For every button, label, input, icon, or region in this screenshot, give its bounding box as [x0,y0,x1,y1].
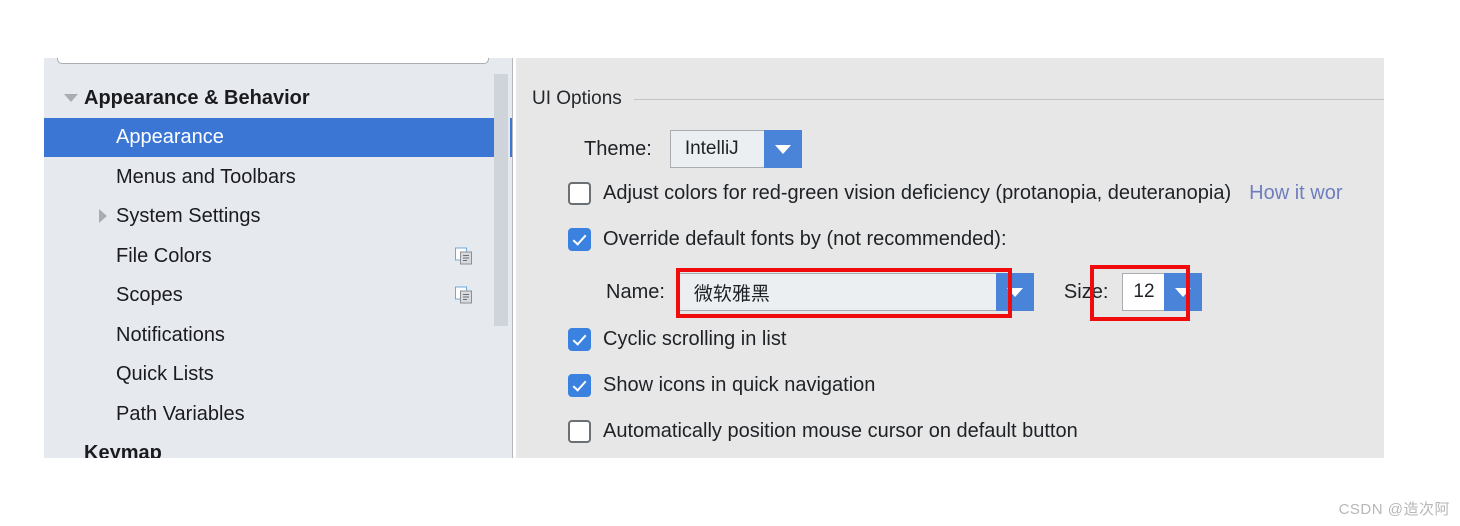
override-fonts-label: Override default fonts by (not recommend… [603,228,1007,250]
show-icons-label: Show icons in quick navigation [603,374,876,396]
sidebar-item-label: Appearance [116,126,224,149]
sidebar-item-label: Notifications [116,323,225,346]
theme-label: Theme: [584,137,652,160]
sidebar-item-label: Menus and Toolbars [116,165,296,188]
font-name-label: Name: [606,280,665,303]
settings-search-input[interactable] [57,58,489,64]
ui-options-title: UI Options [532,88,622,109]
tree-scrollbar-track[interactable] [494,58,510,458]
override-fonts-row[interactable]: Override default fonts by (not recommend… [568,228,1007,251]
theme-row: Theme: IntelliJ [584,130,802,168]
adjust-colors-label: Adjust colors for red-green vision defic… [603,182,1232,204]
adjust-colors-row[interactable]: Adjust colors for red-green vision defic… [568,182,1342,205]
cyclic-scrolling-row[interactable]: Cyclic scrolling in list [568,328,786,351]
override-fonts-checkbox[interactable] [568,228,591,251]
adjust-colors-checkbox[interactable] [568,182,591,205]
watermark: CSDN @造次阿 [1338,501,1450,518]
font-size-combobox-value[interactable]: 12 [1122,273,1165,311]
settings-tree[interactable]: Appearance & Behavior Appearance Menus and… [44,78,512,458]
show-icons-checkbox[interactable] [568,374,591,397]
sidebar-item-label: Scopes [116,284,183,307]
sidebar-item-notifications[interactable]: Notifications [44,315,512,355]
sidebar-item-keymap[interactable]: Keymap [44,434,512,458]
settings-dialog-screenshot: Appearance & Behavior Appearance Menus and… [0,0,1460,526]
theme-combobox-value[interactable]: IntelliJ [669,130,764,168]
tree-scrollbar-thumb[interactable] [494,74,508,326]
auto-position-cursor-label: Automatically position mouse cursor on d… [603,420,1078,442]
sidebar-item-appearance[interactable]: Appearance [44,117,512,157]
sidebar-item-menus-and-toolbars[interactable]: Menus and Toolbars [44,157,512,197]
theme-combobox[interactable]: IntelliJ [669,130,802,168]
sidebar-item-system-settings[interactable]: System Settings [44,197,512,237]
font-size-combobox[interactable]: 12 [1122,273,1203,311]
sidebar-item-label: File Colors [116,244,212,267]
sidebar-item-label: Appearance & Behavior [84,86,310,109]
chevron-down-icon[interactable] [995,273,1034,311]
ui-options-group-header: UI Options [532,88,1384,110]
chevron-right-icon[interactable] [90,209,116,224]
chevron-down-icon[interactable] [1164,273,1203,311]
cyclic-scrolling-label: Cyclic scrolling in list [603,328,787,350]
auto-position-cursor-checkbox[interactable] [568,420,591,443]
sidebar-item-path-variables[interactable]: Path Variables [44,394,512,434]
sidebar-item-label: Path Variables [116,402,245,425]
font-name-combobox-value[interactable]: 微软雅黑 [678,273,996,311]
font-name-combobox[interactable]: 微软雅黑 [678,273,1034,311]
cyclic-scrolling-checkbox[interactable] [568,328,591,351]
font-size-label: Size: [1063,280,1109,303]
settings-tree-panel: Appearance & Behavior Appearance Menus and… [44,58,512,458]
how-it-works-link[interactable]: How it wor [1249,182,1342,205]
copy-icon[interactable] [455,286,472,304]
font-name-row: Name: 微软雅黑 Size: 12 [606,273,1203,311]
show-icons-row[interactable]: Show icons in quick navigation [568,374,875,397]
sidebar-item-quick-lists[interactable]: Quick Lists [44,355,512,395]
auto-position-cursor-row[interactable]: Automatically position mouse cursor on d… [568,420,1078,443]
group-separator-line [633,98,1384,100]
appearance-settings-panel: UI Options Theme: IntelliJ Adjust colors… [516,58,1384,458]
copy-icon[interactable] [455,247,472,265]
panel-divider [512,58,513,458]
chevron-down-icon[interactable] [763,130,802,168]
sidebar-item-label: System Settings [116,205,261,228]
sidebar-item-appearance-behavior[interactable]: Appearance & Behavior [44,78,512,118]
chevron-down-icon[interactable] [58,93,84,102]
sidebar-item-label: Quick Lists [116,363,214,386]
sidebar-item-scopes[interactable]: Scopes [44,276,512,316]
sidebar-item-file-colors[interactable]: File Colors [44,236,512,276]
sidebar-item-label: Keymap [84,442,162,458]
